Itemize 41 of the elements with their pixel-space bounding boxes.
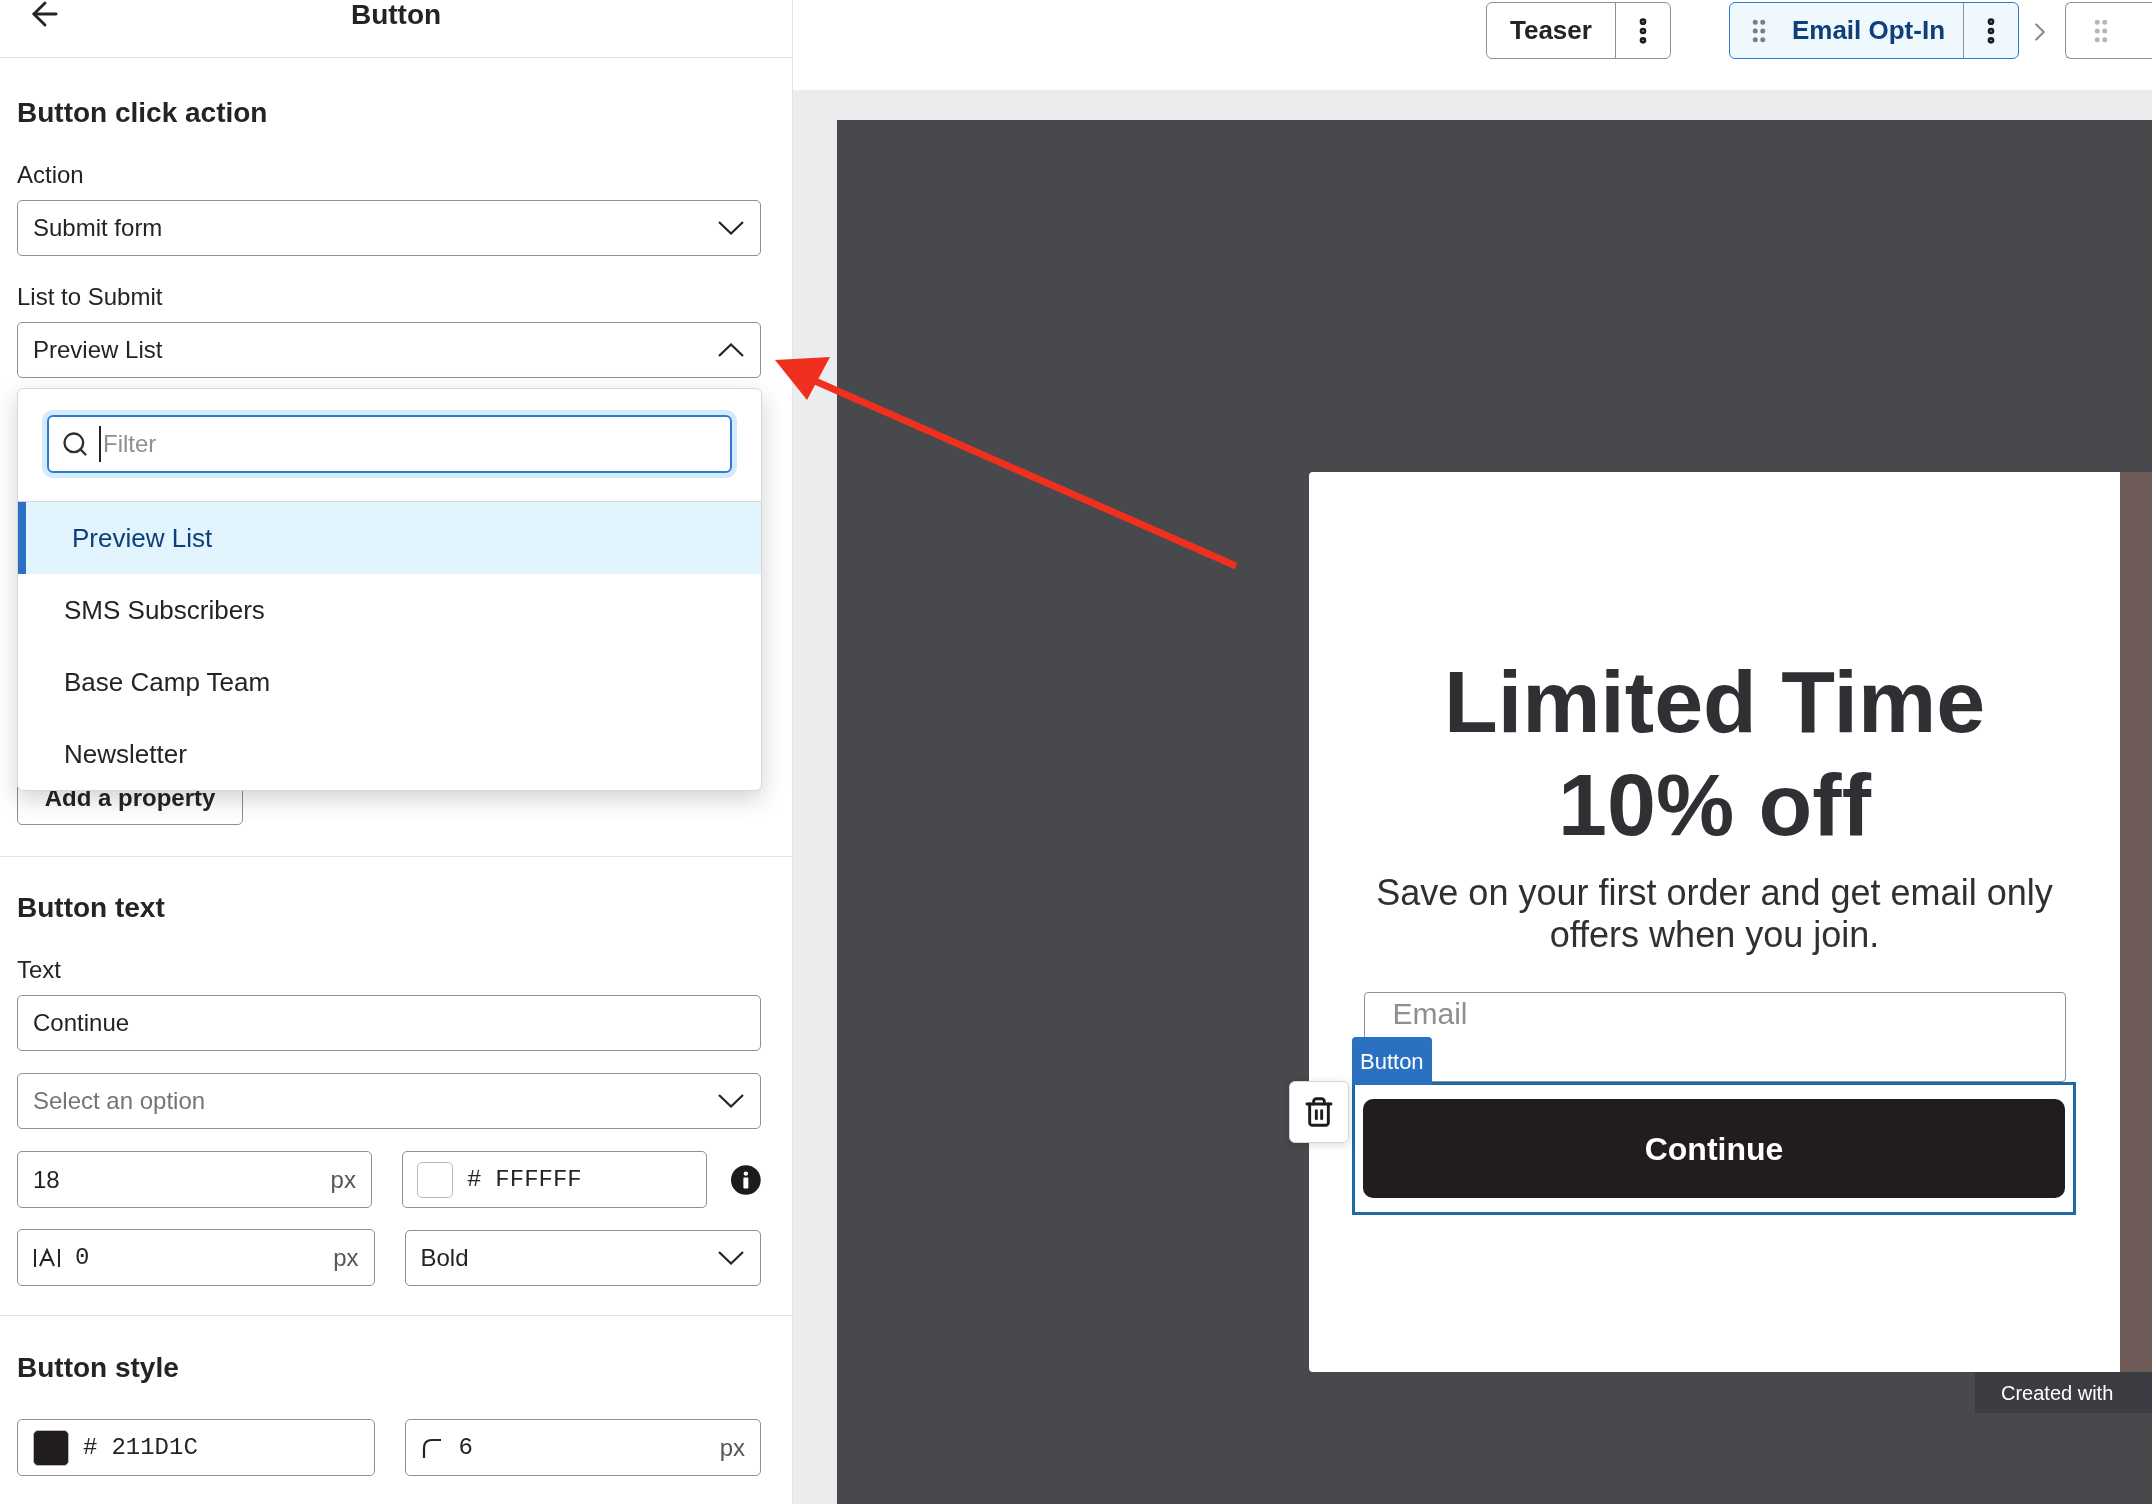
popup-headline: 10% off: [1558, 754, 1871, 856]
select-field[interactable]: Bold: [404, 1229, 761, 1286]
chevron-down-icon: [718, 1094, 744, 1108]
info-icon[interactable]: [731, 1164, 761, 1195]
continue-button[interactable]: Continue: [1363, 1099, 2065, 1198]
delete-button[interactable]: [1289, 1081, 1349, 1143]
text-field[interactable]: Continue: [17, 995, 761, 1051]
letter-spacing-field[interactable]: 0 px: [17, 1229, 375, 1286]
list-option[interactable]: Base Camp Team: [18, 646, 761, 718]
section-heading: Button text: [17, 891, 166, 925]
step-tab[interactable]: Email Opt-In: [1728, 2, 2020, 59]
color-swatch: [416, 1161, 453, 1198]
chevron-up-icon: [718, 343, 744, 357]
filter-input[interactable]: Filter: [99, 426, 730, 462]
step-tab[interactable]: Teaser: [1486, 2, 1671, 59]
step-tab[interactable]: [2065, 2, 2152, 59]
popup-headline: Limited Time: [1443, 651, 1986, 753]
panel-title: Button: [350, 0, 442, 32]
text-color-field[interactable]: # FFFFFF: [401, 1151, 708, 1208]
select-field[interactable]: Submit form: [17, 200, 761, 256]
section-heading: Button style: [17, 1351, 180, 1385]
list-option[interactable]: Preview List: [18, 502, 761, 574]
corner-radius-field[interactable]: 6 px: [404, 1419, 761, 1476]
chevron-down-icon: [718, 1250, 744, 1265]
popup-body-text: Save on your first order and get email only offers when you join.: [1375, 872, 2054, 956]
trash-icon: [1303, 1096, 1335, 1128]
selection-tag: Button: [1352, 1037, 1432, 1085]
field-label: Text: [17, 955, 62, 985]
font-size-field[interactable]: 18 px: [17, 1151, 372, 1208]
chevron-down-icon: [718, 221, 744, 235]
corner-radius-icon: [420, 1436, 443, 1459]
background-color-field[interactable]: # 211D1C: [17, 1419, 375, 1476]
list-option[interactable]: SMS Subscribers: [18, 574, 761, 646]
select-field[interactable]: Select an option: [17, 1073, 761, 1129]
color-swatch: [33, 1429, 69, 1466]
credit-badge: Created with: [1975, 1372, 2152, 1413]
select-field[interactable]: Preview List: [17, 322, 761, 378]
field-label: List to Submit: [17, 282, 164, 312]
section-heading: Button click action: [17, 96, 269, 130]
search-icon: [61, 430, 89, 458]
field-label: Action: [17, 160, 85, 190]
